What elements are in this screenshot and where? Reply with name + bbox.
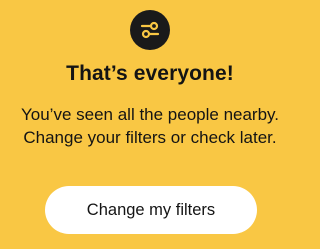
change-filters-button[interactable]: Change my filters bbox=[45, 186, 257, 234]
empty-state-title: That’s everyone! bbox=[66, 62, 234, 85]
empty-state-message-line-2: Change your filters or check later. bbox=[23, 128, 277, 147]
filter-sliders-icon bbox=[140, 21, 160, 39]
filter-icon-badge bbox=[130, 10, 170, 50]
empty-state-message-line-1: You’ve seen all the people nearby. bbox=[20, 105, 280, 124]
empty-state-message: You’ve seen all the people nearby. Chang… bbox=[0, 103, 300, 149]
empty-state-card: That’s everyone! You’ve seen all the peo… bbox=[0, 0, 300, 249]
